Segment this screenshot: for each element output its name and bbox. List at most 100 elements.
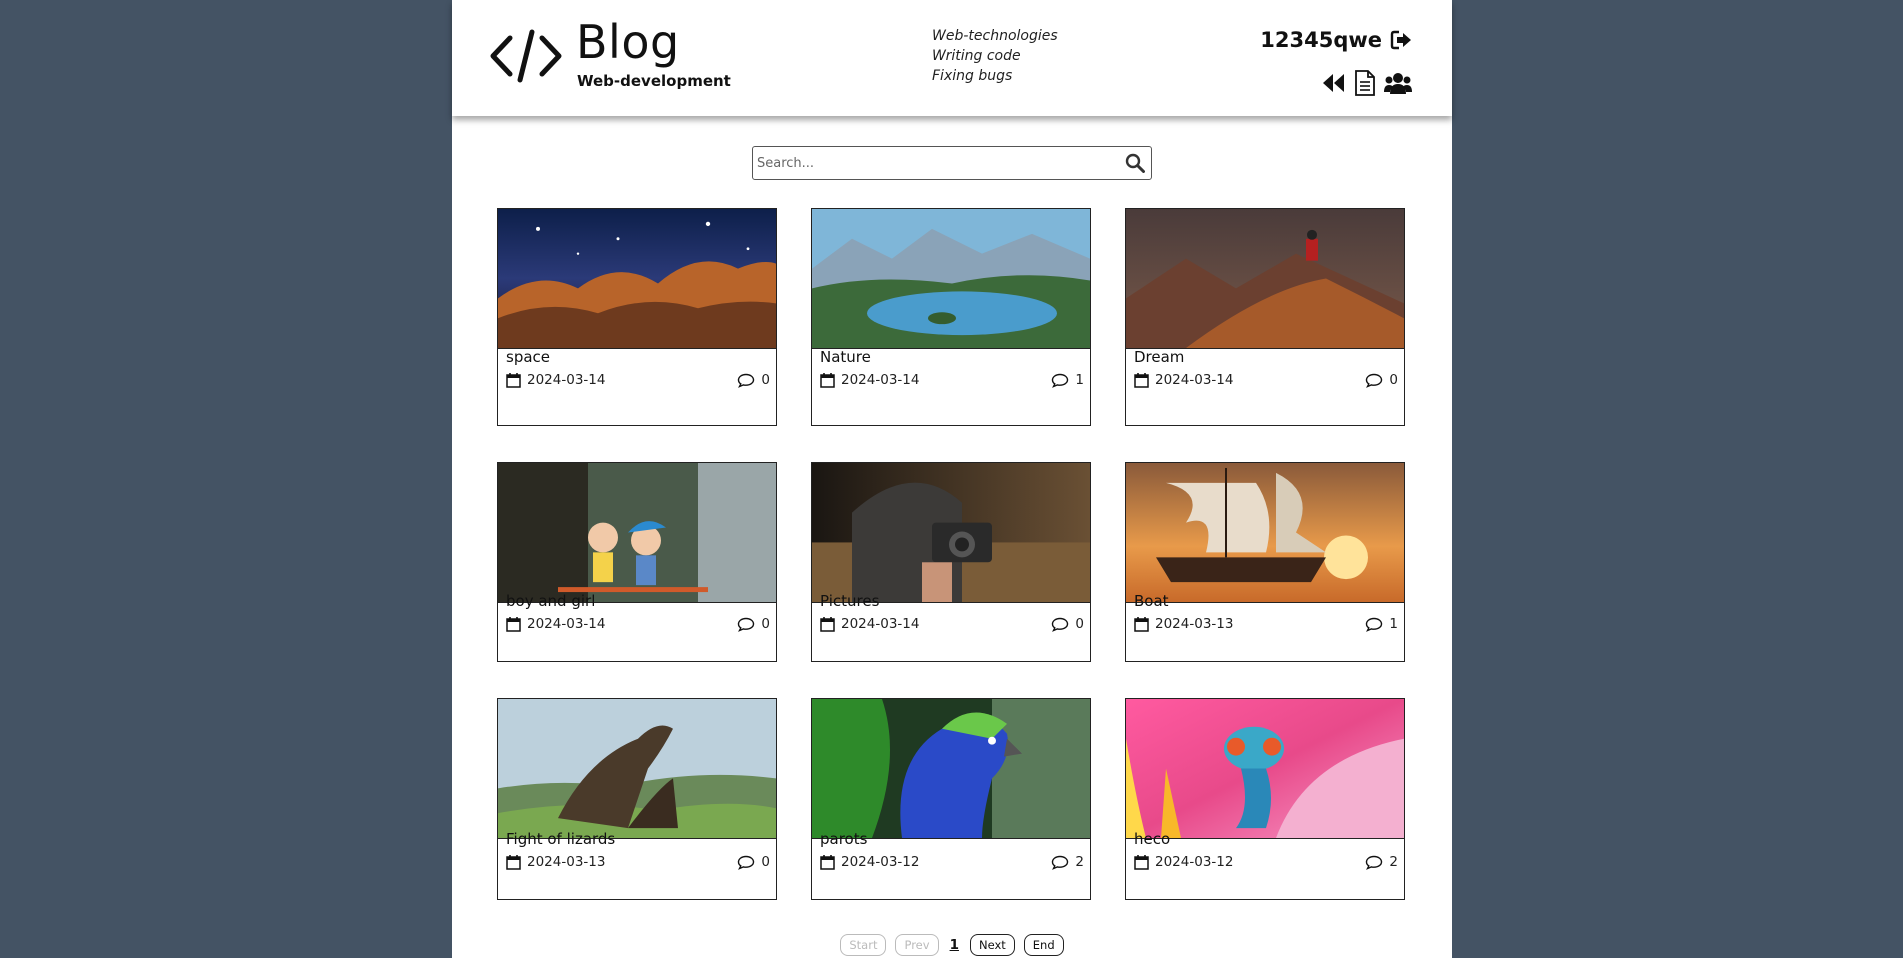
post-comment-count: 0 xyxy=(1075,616,1084,632)
post-title[interactable]: Pictures xyxy=(820,592,879,610)
post-meta: 2024-03-14 1 xyxy=(820,372,1084,388)
post-meta: 2024-03-13 1 xyxy=(1134,616,1398,632)
post-meta: 2024-03-14 0 xyxy=(1134,372,1398,388)
post-card[interactable]: parots 2024-03-12 2 xyxy=(811,698,1091,900)
calendar-icon xyxy=(506,373,521,388)
post-thumbnail[interactable] xyxy=(1126,463,1404,603)
post-date-group: 2024-03-12 xyxy=(1134,854,1233,870)
pagination: Start Prev 1 Next End xyxy=(452,934,1452,956)
comment-icon xyxy=(1052,855,1069,870)
post-date: 2024-03-13 xyxy=(527,854,606,870)
post-date-group: 2024-03-14 xyxy=(506,616,605,632)
calendar-icon xyxy=(820,855,835,870)
post-title[interactable]: parots xyxy=(820,830,867,848)
post-date-group: 2024-03-14 xyxy=(1134,372,1233,388)
post-date: 2024-03-12 xyxy=(841,854,920,870)
end-button[interactable]: End xyxy=(1023,934,1064,956)
users-icon[interactable] xyxy=(1384,71,1412,95)
post-meta: 2024-03-14 0 xyxy=(820,616,1084,632)
post-comment-count: 2 xyxy=(1389,854,1398,870)
post-thumbnail[interactable] xyxy=(1126,209,1404,349)
post-comments-group[interactable]: 0 xyxy=(1365,372,1398,388)
post-date-group: 2024-03-14 xyxy=(820,616,919,632)
post-date-group: 2024-03-13 xyxy=(1134,616,1233,632)
post-meta: 2024-03-14 0 xyxy=(506,372,770,388)
post-title[interactable]: heco xyxy=(1134,830,1170,848)
post-card[interactable]: boy and girl 2024-03-14 0 xyxy=(497,462,777,662)
header-actions xyxy=(1322,70,1412,96)
post-date-group: 2024-03-13 xyxy=(506,854,605,870)
comment-icon xyxy=(738,855,755,870)
document-icon[interactable] xyxy=(1354,70,1376,96)
post-date: 2024-03-14 xyxy=(527,372,606,388)
post-date: 2024-03-14 xyxy=(527,616,606,632)
post-title[interactable]: Boat xyxy=(1134,592,1169,610)
post-date: 2024-03-12 xyxy=(1155,854,1234,870)
post-card[interactable]: heco 2024-03-12 2 xyxy=(1125,698,1405,900)
post-card[interactable]: Dream 2024-03-14 0 xyxy=(1125,208,1405,426)
start-button[interactable]: Start xyxy=(840,934,887,956)
post-comments-group[interactable]: 0 xyxy=(1051,616,1084,632)
calendar-icon xyxy=(1134,855,1149,870)
post-meta: 2024-03-12 2 xyxy=(1134,854,1398,870)
post-card[interactable]: Pictures 2024-03-14 0 xyxy=(811,462,1091,662)
post-card[interactable]: Boat 2024-03-13 1 xyxy=(1125,462,1405,662)
post-thumbnail[interactable] xyxy=(498,209,776,349)
post-thumbnail[interactable] xyxy=(498,699,776,839)
site-title[interactable]: Blog xyxy=(576,12,680,72)
post-date: 2024-03-13 xyxy=(1155,616,1234,632)
back-icon[interactable] xyxy=(1322,72,1346,94)
post-meta: 2024-03-13 0 xyxy=(506,854,770,870)
tagline: Web-technologies Writing code Fixing bug… xyxy=(932,26,1058,86)
post-comments-group[interactable]: 0 xyxy=(737,372,770,388)
post-thumbnail[interactable] xyxy=(498,463,776,603)
post-card[interactable]: space 2024-03-14 0 xyxy=(497,208,777,426)
comment-icon xyxy=(1366,373,1383,388)
post-comments-group[interactable]: 2 xyxy=(1365,854,1398,870)
post-title[interactable]: Nature xyxy=(820,348,871,366)
post-comments-group[interactable]: 0 xyxy=(737,854,770,870)
post-comment-count: 1 xyxy=(1075,372,1084,388)
post-thumbnail[interactable] xyxy=(812,209,1090,349)
comment-icon xyxy=(1366,855,1383,870)
code-brackets-icon[interactable] xyxy=(490,26,562,86)
post-comments-group[interactable]: 2 xyxy=(1051,854,1084,870)
username[interactable]: 12345qwe xyxy=(1260,28,1382,52)
post-date-group: 2024-03-14 xyxy=(506,372,605,388)
post-comment-count: 0 xyxy=(1389,372,1398,388)
next-button[interactable]: Next xyxy=(969,934,1015,956)
post-date: 2024-03-14 xyxy=(841,616,920,632)
post-card[interactable]: Fight of lizards 2024-03-13 0 xyxy=(497,698,777,900)
comment-icon xyxy=(738,373,755,388)
prev-button[interactable]: Prev xyxy=(895,934,939,956)
post-title[interactable]: Dream xyxy=(1134,348,1184,366)
post-meta: 2024-03-12 2 xyxy=(820,854,1084,870)
post-thumbnail[interactable] xyxy=(1126,699,1404,839)
tagline-line: Fixing bugs xyxy=(932,68,1013,84)
comment-icon xyxy=(738,617,755,632)
search-input[interactable] xyxy=(757,151,1117,175)
post-comments-group[interactable]: 0 xyxy=(737,616,770,632)
post-date: 2024-03-14 xyxy=(841,372,920,388)
post-date-group: 2024-03-12 xyxy=(820,854,919,870)
post-title[interactable]: boy and girl xyxy=(506,592,595,610)
search-icon[interactable] xyxy=(1125,153,1145,173)
current-page[interactable]: 1 xyxy=(948,937,961,953)
post-comment-count: 1 xyxy=(1389,616,1398,632)
tagline-line: Web-technologies xyxy=(932,28,1058,44)
post-title[interactable]: Fight of lizards xyxy=(506,830,615,848)
post-title[interactable]: space xyxy=(506,348,550,366)
post-comment-count: 0 xyxy=(761,372,770,388)
logout-icon[interactable] xyxy=(1390,30,1412,50)
post-comments-group[interactable]: 1 xyxy=(1365,616,1398,632)
post-comments-group[interactable]: 1 xyxy=(1051,372,1084,388)
calendar-icon xyxy=(1134,617,1149,632)
post-thumbnail[interactable] xyxy=(812,699,1090,839)
post-card[interactable]: Nature 2024-03-14 1 xyxy=(811,208,1091,426)
calendar-icon xyxy=(506,617,521,632)
comment-icon xyxy=(1366,617,1383,632)
post-thumbnail[interactable] xyxy=(812,463,1090,603)
post-comment-count: 2 xyxy=(1075,854,1084,870)
site-header: Blog Web-development Web-technologies Wr… xyxy=(452,0,1452,116)
comment-icon xyxy=(1052,373,1069,388)
